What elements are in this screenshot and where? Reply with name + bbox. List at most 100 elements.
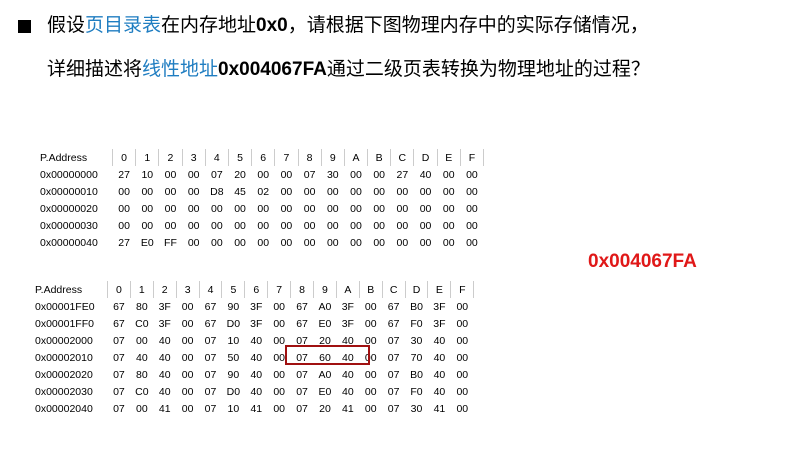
byte-cell: E0 — [318, 317, 332, 330]
table-row: 0x00001FE0 67 80 3F 00 67 90 3F 00 67 A0 3F 00 67 B0 3F… — [35, 298, 474, 315]
byte-cell: 41 — [158, 402, 171, 415]
byte-cell: D0 — [226, 317, 241, 330]
byte-cell: 00 — [280, 236, 293, 249]
byte-cell: 00 — [419, 202, 432, 215]
byte-cell: 00 — [273, 402, 286, 415]
byte-cell: 00 — [181, 402, 194, 415]
byte-cell: 00 — [419, 236, 432, 249]
byte-cell: 00 — [303, 185, 316, 198]
byte-cell: 00 — [466, 219, 478, 232]
byte-cell: 00 — [211, 219, 223, 232]
column-header: 3 — [176, 281, 200, 298]
column-header: A — [344, 149, 369, 166]
byte-cell: 40 — [250, 351, 263, 364]
byte-cell: 00 — [364, 368, 377, 381]
byte-cell: 00 — [164, 219, 177, 232]
byte-cell: FF — [164, 236, 177, 249]
byte-cell: 00 — [442, 236, 455, 249]
byte-cell: 00 — [442, 185, 455, 198]
memory-table-page-table: P.Address 0 1 2 3 4 5 6 7 8 9 A B C D E F 0x00001FE0 67 80 3… — [35, 281, 475, 417]
byte-cell: C0 — [135, 317, 149, 330]
byte-cell: 00 — [303, 202, 316, 215]
byte-cell: 07 — [296, 385, 308, 398]
byte-cell: 00 — [373, 168, 385, 181]
byte-cell: 00 — [396, 202, 409, 215]
byte-cell: 50 — [227, 351, 240, 364]
byte-cell: 00 — [141, 219, 154, 232]
byte-cell: 00 — [187, 168, 200, 181]
byte-cell: 00 — [273, 317, 286, 330]
byte-cell: 67 — [204, 300, 217, 313]
byte-cell: 3F — [250, 317, 263, 330]
column-header: B — [367, 149, 392, 166]
byte-cell: 40 — [158, 334, 171, 347]
byte-cell: 00 — [257, 202, 270, 215]
byte-cell: A0 — [318, 368, 332, 381]
byte-cell: 67 — [387, 317, 400, 330]
address-value: 0x0 — [256, 15, 288, 36]
term-page-directory: 页目录表 — [85, 14, 162, 36]
column-header: P.Address — [40, 149, 113, 166]
byte-cell: 40 — [250, 385, 263, 398]
byte-cell: 27 — [118, 168, 130, 181]
byte-cell: 07 — [204, 402, 217, 415]
column-header: 4 — [205, 149, 229, 166]
byte-cell: 00 — [396, 185, 409, 198]
byte-cell: 41 — [433, 402, 446, 415]
byte-cell: 00 — [326, 185, 339, 198]
byte-cell: 02 — [257, 185, 270, 198]
byte-cell: 00 — [135, 334, 148, 347]
byte-cell: 3F — [433, 317, 446, 330]
byte-cell: B0 — [410, 300, 423, 313]
column-header: 3 — [182, 149, 206, 166]
byte-cell: 00 — [364, 385, 377, 398]
byte-cell: D8 — [210, 185, 224, 198]
byte-cell: 07 — [113, 385, 125, 398]
byte-cell: 07 — [113, 402, 125, 415]
column-header: 7 — [274, 149, 299, 166]
byte-cell: 40 — [158, 385, 171, 398]
column-header: 2 — [158, 149, 183, 166]
table-row: 0x00000000 27 10 00 00 07 20 00 00 07 30 00 00 27 40 00… — [40, 166, 484, 183]
table-row: 0x00001FF0 67 C0 3F 00 67 D0 3F 00 67 E0 3F 00 67 F0 3F… — [35, 315, 474, 332]
text-segment: 通过二级页表转换为物理地址的过程？ — [326, 58, 650, 80]
byte-cell: 20 — [319, 402, 331, 415]
byte-cell: 07 — [211, 168, 223, 181]
column-header: 0 — [112, 149, 137, 166]
column-header: 6 — [251, 149, 276, 166]
byte-cell: 00 — [280, 185, 293, 198]
column-header: D — [405, 281, 429, 298]
byte-cell: 00 — [257, 168, 270, 181]
byte-cell: 41 — [342, 402, 354, 415]
byte-cell: 00 — [181, 351, 194, 364]
byte-cell: 00 — [181, 368, 194, 381]
byte-cell: 00 — [187, 219, 200, 232]
byte-cell: 00 — [211, 202, 223, 215]
byte-cell: 07 — [204, 368, 217, 381]
table-row: 0x00002040 07 00 41 00 07 10 41 00 07 20 41 00 07 30 41… — [35, 400, 474, 417]
byte-cell: 00 — [350, 202, 362, 215]
byte-cell: 00 — [326, 219, 339, 232]
byte-cell: 00 — [118, 219, 130, 232]
column-header: 5 — [228, 149, 253, 166]
byte-cell: 00 — [273, 368, 286, 381]
byte-cell: 67 — [113, 317, 125, 330]
byte-cell: 00 — [466, 236, 478, 249]
byte-cell: 00 — [466, 168, 478, 181]
byte-cell: 00 — [456, 402, 469, 415]
table-row: 0x00000010 00 00 00 00 D8 45 02 00 00 00 00 00 00 00 00… — [40, 183, 484, 200]
byte-cell: 00 — [181, 334, 194, 347]
table-row: 0x00002000 07 00 40 00 07 10 40 00 07 20 40 00 07 30 40… — [35, 332, 474, 349]
text-segment: 在内存地址 — [161, 14, 257, 36]
byte-cell: 00 — [442, 168, 455, 181]
byte-cell: 40 — [158, 368, 171, 381]
row-address: 0x00002030 — [35, 385, 93, 398]
byte-cell: 67 — [387, 300, 400, 313]
byte-cell: 00 — [456, 300, 469, 313]
byte-cell: C0 — [135, 385, 149, 398]
table-row: 0x00002010 07 40 40 00 07 50 40 00 07 60 40 00 07 70 40… — [35, 349, 474, 366]
table-row: 0x00000020 00 00 00 00 00 00 00 00 00 00 00 00 00 00 00… — [40, 200, 484, 217]
column-header: E — [437, 149, 461, 166]
byte-cell: F0 — [410, 385, 423, 398]
byte-cell: 00 — [280, 168, 293, 181]
